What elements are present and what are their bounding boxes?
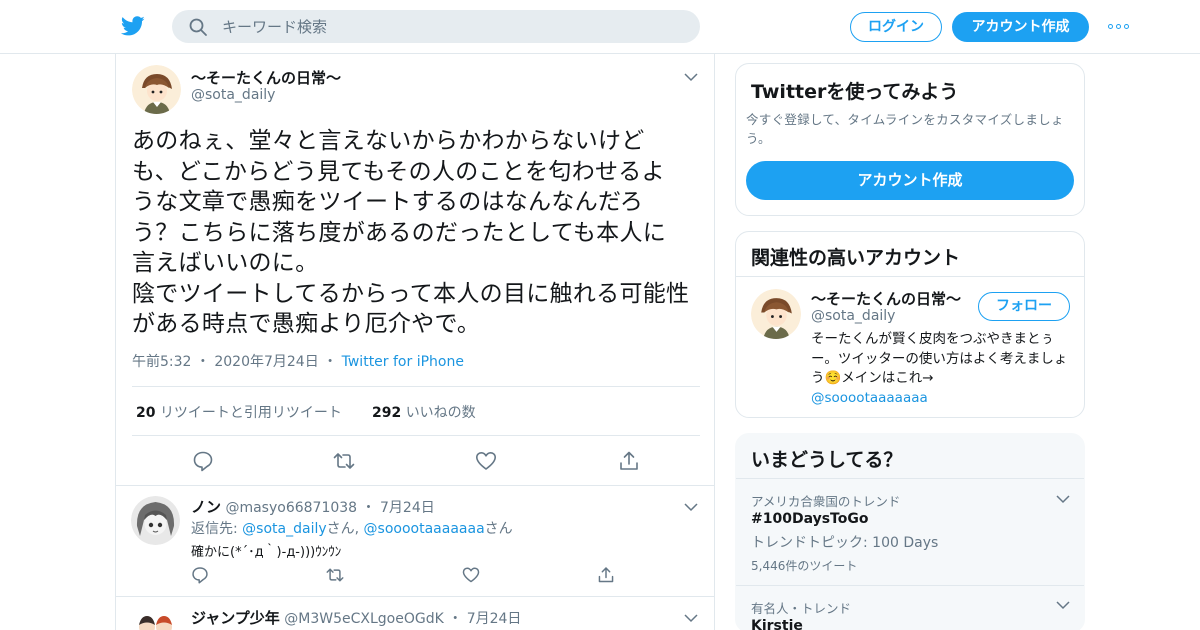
meta-separator: ・ xyxy=(323,354,338,370)
retweets-label: リツイートと引用リツイート xyxy=(159,405,342,421)
likes-count: 292 xyxy=(372,405,402,421)
reply-tweet[interactable]: ジャンプ少年 @M3W5eCXLgoeOGdK ・ 7月24日 xyxy=(116,597,714,630)
signup-card-description: 今すぐ登録して、タイムラインをカスタマイズしましょう。 xyxy=(746,112,1064,146)
reply-to-link[interactable]: @sota_daily xyxy=(242,521,326,537)
likes-label: いいねの数 xyxy=(405,405,476,421)
retweets-stat[interactable]: 20 リツイートと引用リツイート xyxy=(136,402,342,422)
meta-separator: ・ xyxy=(195,354,210,370)
trend-name: Kirstie xyxy=(751,618,803,630)
trend-context: アメリカ合衆国のトレンド xyxy=(751,494,901,509)
tweet-stats: 20 リツイートと引用リツイート 292 いいねの数 xyxy=(132,386,700,436)
meta-separator: ・ xyxy=(361,500,376,516)
san-suffix: さん xyxy=(326,521,355,537)
chevron-down-icon[interactable] xyxy=(1056,600,1070,610)
tweet-time[interactable]: 午前5:32 xyxy=(132,354,191,370)
trend-topic: トレンドトピック: 100 Days xyxy=(751,535,939,551)
reply-handle[interactable]: @M3W5eCXLgoeOGdK xyxy=(284,611,444,627)
user-handle[interactable]: @sota_daily xyxy=(191,87,275,103)
main-column: 〜そーたくんの日常〜 @sota_daily あのねぇ、堂々と言えないからかわか… xyxy=(115,53,715,630)
like-icon[interactable] xyxy=(462,566,480,584)
login-button[interactable]: ログイン xyxy=(850,12,942,42)
trend-item[interactable]: 有名人・トレンド Kirstie xyxy=(736,586,1084,630)
share-icon[interactable] xyxy=(597,566,615,584)
related-accounts-card: 関連性の高いアカウント 〜そーたくんの日常〜 @sota_daily フォロー … xyxy=(735,231,1085,418)
signup-card-title: Twitterを使ってみよう xyxy=(751,81,959,103)
chevron-down-icon[interactable] xyxy=(684,613,698,623)
san-suffix: さん xyxy=(484,521,513,537)
reply-display-name[interactable]: ノン xyxy=(191,498,221,516)
reply-header: ノン @masyo66871038 ・ 7月24日 xyxy=(191,496,435,517)
chevron-down-icon[interactable] xyxy=(684,72,698,82)
trend-context: 有名人・トレンド xyxy=(751,601,852,616)
likes-stat[interactable]: 292 いいねの数 xyxy=(372,402,476,422)
reply-date[interactable]: 7月24日 xyxy=(467,611,522,627)
reply-display-name[interactable]: ジャンプ少年 xyxy=(191,609,280,627)
reply-header: ジャンプ少年 @M3W5eCXLgoeOGdK ・ 7月24日 xyxy=(191,607,521,628)
search-input[interactable] xyxy=(222,10,682,43)
divider xyxy=(736,276,1084,277)
trend-item[interactable]: アメリカ合衆国のトレンド #100DaysToGo トレンドトピック: 100 … xyxy=(736,479,1084,585)
display-name[interactable]: 〜そーたくんの日常〜 xyxy=(191,67,341,88)
trend-tweet-count: 5,446件のツイート xyxy=(751,559,858,573)
related-handle[interactable]: @sota_daily xyxy=(811,308,895,324)
related-bio-link[interactable]: @sooootaaaaaaa xyxy=(811,390,928,406)
avatar[interactable] xyxy=(131,496,180,545)
avatar[interactable] xyxy=(132,65,181,114)
related-display-name[interactable]: 〜そーたくんの日常〜 xyxy=(811,288,961,309)
reply-icon[interactable] xyxy=(191,566,209,584)
tweet-text: あのねぇ、堂々と言えないからかわからないけど も、どこからどう見てもその人のこと… xyxy=(132,128,690,337)
signup-card-button[interactable]: アカウント作成 xyxy=(746,161,1074,200)
chevron-down-icon[interactable] xyxy=(1056,494,1070,504)
reply-handle[interactable]: @masyo66871038 xyxy=(225,500,357,516)
avatar[interactable] xyxy=(751,289,801,339)
chevron-down-icon[interactable] xyxy=(684,502,698,512)
tweet-date[interactable]: 2020年7月24日 xyxy=(214,354,318,370)
follow-button[interactable]: フォロー xyxy=(978,292,1070,321)
retweet-icon[interactable] xyxy=(326,566,344,584)
reply-to-link[interactable]: @sooootaaaaaaa xyxy=(364,521,485,537)
tweet-actions xyxy=(132,436,700,486)
reply-icon[interactable] xyxy=(192,450,214,472)
search-box[interactable] xyxy=(172,10,700,43)
like-icon[interactable] xyxy=(475,450,497,472)
signup-card: Twitterを使ってみよう 今すぐ登録して、タイムラインをカスタマイズしましょ… xyxy=(735,63,1085,216)
trends-card: いまどうしてる？ アメリカ合衆国のトレンド #100DaysToGo トレンドト… xyxy=(735,433,1085,630)
tweet-meta: 午前5:32 ・ 2020年7月24日 ・ Twitter for iPhone xyxy=(132,351,464,371)
separator: , xyxy=(354,521,364,537)
related-bio-text: そーたくんが賢く皮肉をつぶやきまとぅー。ツイッターの使い方はよく考えましょう☺️… xyxy=(811,331,1068,386)
reply-to-line: 返信先: @sota_dailyさん, @sooootaaaaaaaさん xyxy=(191,518,513,538)
search-icon xyxy=(189,18,207,36)
top-navigation: ログイン アカウント作成 xyxy=(0,0,1200,54)
related-bio: そーたくんが賢く皮肉をつぶやきまとぅー。ツイッターの使い方はよく考えましょう☺️… xyxy=(811,330,1073,408)
tweet-source[interactable]: Twitter for iPhone xyxy=(342,354,464,370)
reply-date[interactable]: 7月24日 xyxy=(380,500,435,516)
retweet-icon[interactable] xyxy=(333,450,355,472)
signup-button[interactable]: アカウント作成 xyxy=(952,12,1089,42)
share-icon[interactable] xyxy=(618,450,640,472)
reply-text: 確かに(*´･д｀)-д-)))ｳﾝｳﾝ xyxy=(191,545,342,560)
related-accounts-title: 関連性の高いアカウント xyxy=(751,247,961,269)
trends-title: いまどうしてる？ xyxy=(751,449,903,471)
retweets-count: 20 xyxy=(136,405,156,421)
trend-name: #100DaysToGo xyxy=(751,511,869,527)
avatar[interactable] xyxy=(131,607,180,630)
more-icon[interactable] xyxy=(1106,18,1132,36)
twitter-bird-icon[interactable] xyxy=(120,14,146,38)
meta-separator: ・ xyxy=(448,611,463,627)
reply-to-prefix: 返信先: xyxy=(191,521,243,537)
